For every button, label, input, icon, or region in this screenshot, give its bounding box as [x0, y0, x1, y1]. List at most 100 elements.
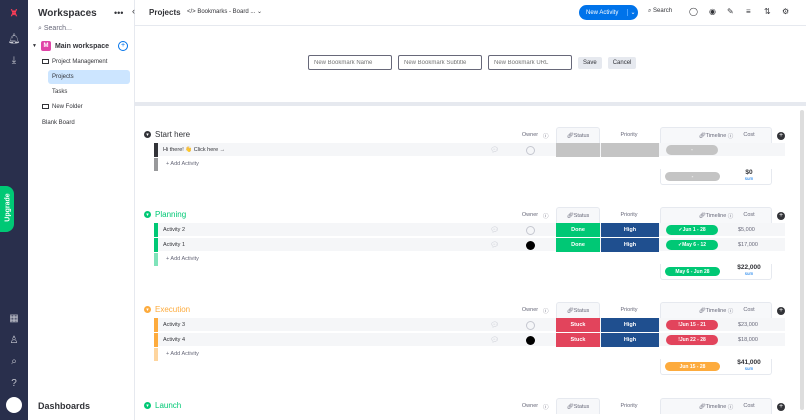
chat-icon[interactable]: 💬︎ [490, 146, 499, 154]
sidebar-item-project-management[interactable]: Project Management [42, 55, 107, 69]
owner-avatar[interactable] [526, 241, 535, 250]
activity-name[interactable]: Activity 4 [163, 337, 185, 343]
chevron-down-icon[interactable]: ▾ [144, 402, 151, 409]
priority-cell[interactable]: High [601, 223, 659, 237]
chat-icon[interactable]: 💬︎ [490, 226, 499, 234]
priority-cell[interactable]: High [601, 333, 659, 347]
cost-cell[interactable]: $18,000 [738, 337, 758, 343]
status-cell[interactable]: Done [556, 238, 600, 252]
calendar-icon[interactable]: ▦ [7, 311, 21, 325]
status-column-header[interactable]: 🔗︎ Status [556, 398, 600, 414]
owner-column-header[interactable]: Owner [520, 403, 540, 409]
sidebar-search[interactable]: ⌕ Search... [38, 25, 72, 33]
table-row[interactable]: Activity 4 💬︎ Stuck High ! Jun 22 - 28 $… [154, 333, 785, 347]
info-icon[interactable]: ⓘ [543, 403, 549, 411]
timeline-pill[interactable]: - [666, 145, 718, 155]
workspace-selector[interactable]: ▼ M Main workspace [32, 41, 109, 51]
new-activity-button[interactable]: New Activity ⌄ [579, 5, 638, 20]
dashboards-section[interactable]: Dashboards [38, 401, 90, 411]
sidebar-item-tasks[interactable]: Tasks [52, 85, 67, 99]
priority-cell[interactable] [601, 143, 659, 157]
invite-user-icon[interactable]: ♙ [7, 333, 21, 347]
inbox-icon[interactable]: ⤓ [7, 53, 21, 67]
priority-cell[interactable]: High [601, 318, 659, 332]
person-filter-icon[interactable]: ◯ [689, 7, 698, 16]
help-icon[interactable]: ? [7, 376, 21, 390]
group-title[interactable]: ▾ Launch [144, 401, 181, 410]
activity-name[interactable]: Activity 1 [163, 242, 185, 248]
activity-name[interactable]: Hi there! 👋 Click here → [163, 147, 225, 153]
add-workspace-item-button[interactable]: + [118, 41, 128, 51]
monday-logo-icon[interactable]: ⩙ [7, 6, 21, 20]
info-icon[interactable]: ⓘ [543, 132, 549, 140]
sidebar-item-blank-board[interactable]: Blank Board [42, 116, 75, 130]
timeline-pill[interactable]: ! Jun 15 - 21 [666, 320, 718, 330]
settings-icon[interactable]: ⚙ [782, 7, 789, 16]
info-icon[interactable]: ⓘ [543, 212, 549, 220]
owner-placeholder-icon[interactable] [526, 321, 535, 330]
priority-column-header[interactable]: Priority [609, 132, 649, 138]
chevron-down-icon[interactable]: ⌄ [627, 9, 638, 16]
activity-name[interactable]: Activity 2 [163, 227, 185, 233]
add-column-button[interactable]: + [777, 132, 785, 140]
activity-name[interactable]: Activity 3 [163, 322, 185, 328]
chevron-down-icon[interactable]: ▾ [144, 131, 151, 138]
add-column-button[interactable]: + [777, 403, 785, 411]
cost-column-header[interactable]: Cost [738, 132, 760, 138]
sidebar-item-new-folder[interactable]: New Folder [42, 100, 83, 114]
cost-cell[interactable]: $5,000 [738, 227, 755, 233]
status-cell[interactable]: Done [556, 223, 600, 237]
cost-column-header[interactable]: Cost [738, 307, 760, 313]
info-icon[interactable]: ⓘ [543, 307, 549, 315]
bookmark-name-input[interactable] [308, 55, 392, 70]
owner-placeholder-icon[interactable] [526, 226, 535, 235]
filter-icon[interactable]: ≡ [746, 7, 751, 16]
timeline-pill[interactable]: ✓ May 6 - 12 [666, 240, 718, 250]
priority-column-header[interactable]: Priority [609, 403, 649, 409]
priority-column-header[interactable]: Priority [609, 307, 649, 313]
add-column-button[interactable]: + [777, 212, 785, 220]
sidebar-item-projects[interactable]: Projects [48, 70, 130, 84]
table-row[interactable]: Activity 2 💬︎ Done High ✓ Jun 1 - 28 $5,… [154, 223, 785, 237]
bell-icon[interactable]: 🔔︎ [7, 32, 21, 46]
group-title[interactable]: ▾ Planning [144, 210, 186, 219]
timeline-summary[interactable]: - [665, 172, 720, 181]
cost-column-header[interactable]: Cost [738, 212, 760, 218]
breadcrumb[interactable]: </> Bookmarks - Board ... ⌄ [187, 8, 262, 15]
timeline-pill[interactable]: ! Jun 22 - 28 [666, 335, 718, 345]
pin-icon[interactable]: ✎ [727, 7, 734, 16]
owner-avatar[interactable] [526, 336, 535, 345]
owner-column-header[interactable]: Owner [520, 307, 540, 313]
group-title[interactable]: ▾ Execution [144, 305, 190, 314]
chat-icon[interactable]: 💬︎ [490, 336, 499, 344]
add-column-button[interactable]: + [777, 307, 785, 315]
status-cell[interactable]: Stuck [556, 333, 600, 347]
upgrade-button[interactable]: Upgrade [0, 186, 14, 232]
timeline-summary[interactable]: May 6 - Jun 28 [665, 267, 720, 276]
search-icon[interactable]: ⌕ [7, 354, 21, 368]
owner-column-header[interactable]: Owner [520, 212, 540, 218]
table-row[interactable]: Hi there! 👋 Click here → 💬︎ - [154, 143, 785, 157]
chat-icon[interactable]: 💬︎ [490, 321, 499, 329]
owner-placeholder-icon[interactable] [526, 146, 535, 155]
bookmark-url-input[interactable] [488, 55, 572, 70]
eye-icon[interactable]: ◉ [709, 7, 716, 16]
status-cell[interactable] [556, 143, 600, 157]
sort-icon[interactable]: ⇅ [764, 7, 771, 16]
bookmark-subtitle-input[interactable] [398, 55, 482, 70]
cancel-button[interactable]: Cancel [607, 56, 637, 69]
avatar[interactable] [4, 395, 24, 415]
table-row[interactable]: Activity 1 💬︎ Done High ✓ May 6 - 12 $17… [154, 238, 785, 252]
status-column-header[interactable]: 🔗︎ Status [556, 302, 600, 318]
cost-cell[interactable]: $17,000 [738, 242, 758, 248]
board-search[interactable]: ⌕ Search [648, 8, 672, 15]
timeline-summary[interactable]: Jun 15 - 28 [665, 362, 720, 371]
status-cell[interactable]: Stuck [556, 318, 600, 332]
save-button[interactable]: Save [578, 56, 602, 69]
chevron-down-icon[interactable]: ▾ [144, 211, 151, 218]
cost-cell[interactable]: $23,000 [738, 322, 758, 328]
more-options-icon[interactable]: ••• [114, 8, 123, 18]
cost-column-header[interactable]: Cost [738, 403, 760, 409]
status-column-header[interactable]: 🔗︎ Status [556, 207, 600, 223]
priority-column-header[interactable]: Priority [609, 212, 649, 218]
